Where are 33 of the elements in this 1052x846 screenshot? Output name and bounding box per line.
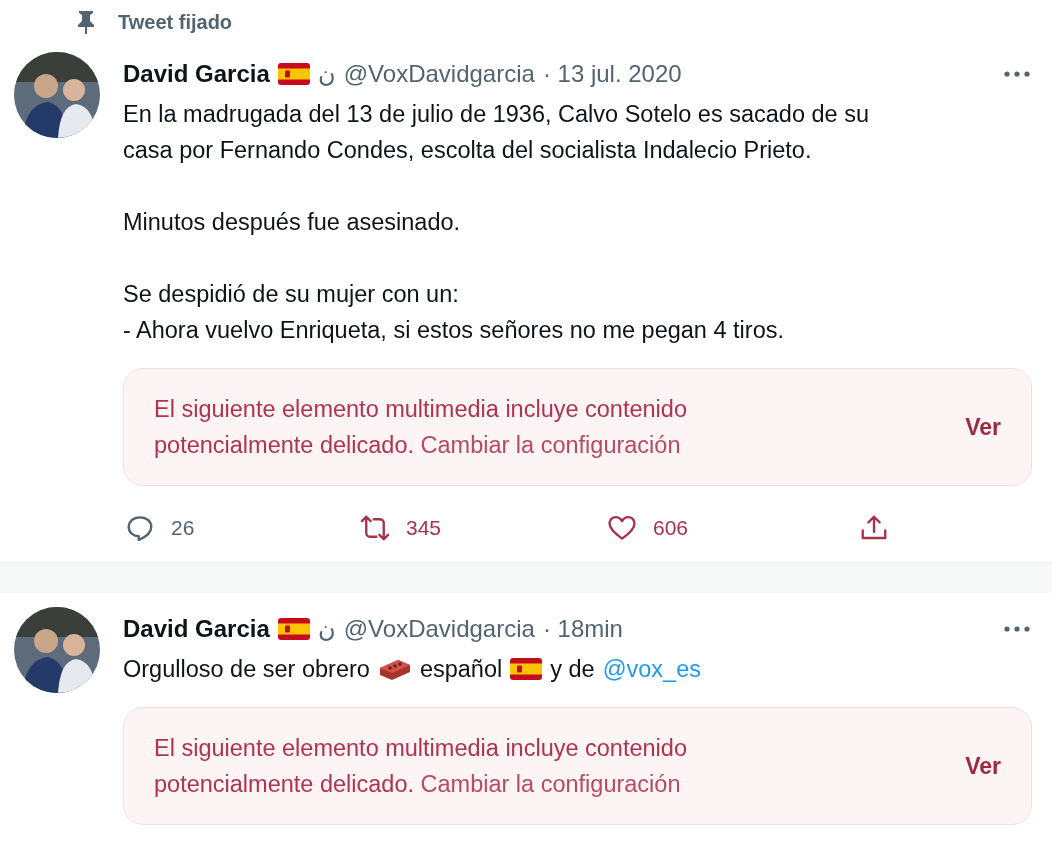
view-button[interactable]: Ver xyxy=(965,409,1001,445)
retweet-icon[interactable] xyxy=(360,513,390,543)
heart-icon[interactable] xyxy=(607,513,637,543)
sensitive-message: El siguiente elemento multimedia incluye contenido potencialmente delicado. Cambiar la configuración xyxy=(154,734,688,799)
more-icon[interactable] xyxy=(1002,624,1032,634)
tweet-time[interactable]: · 18min xyxy=(542,615,623,643)
spain-flag-icon xyxy=(510,658,543,680)
user-name[interactable]: David Garcia xyxy=(123,615,270,643)
tweet-text: y de xyxy=(550,655,595,684)
tweet-text: español xyxy=(419,655,503,684)
tweet-text: Minutos después fue asesinado. xyxy=(123,208,461,237)
name-symbol: ن xyxy=(317,615,336,643)
name-symbol: ن xyxy=(317,60,336,88)
more-icon[interactable] xyxy=(1002,69,1032,79)
user-name[interactable]: David Garcia xyxy=(123,60,270,88)
spain-flag-icon xyxy=(277,63,310,85)
reply-icon[interactable] xyxy=(125,513,155,543)
tweet-text: En la madrugada del 13 de julio de 1936, Calvo Sotelo es sacado de su casa por Fernando Condes, escolta del socialista Indalecio Prieto. xyxy=(123,100,869,165)
like-count: 606 xyxy=(653,516,689,540)
sensitive-message: El siguiente elemento multimedia incluye contenido potencialmente delicado. Cambiar la configuración xyxy=(154,395,688,460)
retweet-count: 345 xyxy=(406,516,442,540)
settings-link[interactable]: Cambiar la configuración xyxy=(420,432,681,458)
spain-flag-icon xyxy=(277,618,310,640)
pinned-label: Tweet fijado xyxy=(118,10,233,34)
user-handle[interactable]: @VoxDavidgarcia xyxy=(343,60,535,88)
user-handle[interactable]: @VoxDavidgarcia xyxy=(343,615,535,643)
settings-link[interactable]: Cambiar la configuración xyxy=(420,771,681,797)
pin-icon xyxy=(76,9,96,35)
tweet-time[interactable]: · 13 jul. 2020 xyxy=(542,60,682,88)
view-button[interactable]: Ver xyxy=(965,748,1001,784)
tweet-text: Orgulloso de ser obrero xyxy=(123,655,370,684)
tweet-text: Se despidió de su mujer con un: - Ahora vuelvo Enriqueta, si estos señores no me pegan 4 tiros. xyxy=(123,280,784,345)
reply-count: 26 xyxy=(171,516,195,540)
